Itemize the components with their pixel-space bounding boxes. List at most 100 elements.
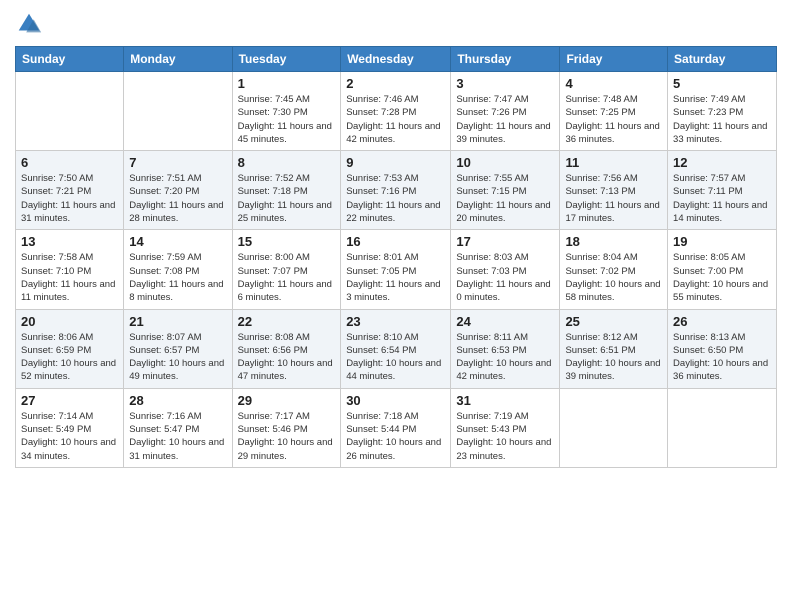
day-info: Sunrise: 8:10 AM Sunset: 6:54 PM Dayligh… (346, 331, 445, 384)
weekday-header: Saturday (668, 47, 777, 72)
calendar-cell: 23 Sunrise: 8:10 AM Sunset: 6:54 PM Dayli… (341, 309, 451, 388)
day-info: Sunrise: 7:58 AM Sunset: 7:10 PM Dayligh… (21, 251, 118, 304)
day-info: Sunrise: 7:52 AM Sunset: 7:18 PM Dayligh… (238, 172, 336, 225)
logo (15, 10, 47, 38)
calendar-cell: 11 Sunrise: 7:56 AM Sunset: 7:13 PM Dayli… (560, 151, 668, 230)
calendar-cell (560, 388, 668, 467)
day-info: Sunrise: 7:49 AM Sunset: 7:23 PM Dayligh… (673, 93, 771, 146)
day-number: 21 (129, 314, 226, 329)
day-info: Sunrise: 8:04 AM Sunset: 7:02 PM Dayligh… (565, 251, 662, 304)
day-info: Sunrise: 8:00 AM Sunset: 7:07 PM Dayligh… (238, 251, 336, 304)
weekday-header: Tuesday (232, 47, 341, 72)
day-info: Sunrise: 8:12 AM Sunset: 6:51 PM Dayligh… (565, 331, 662, 384)
calendar-cell: 6 Sunrise: 7:50 AM Sunset: 7:21 PM Daylig… (16, 151, 124, 230)
day-number: 13 (21, 234, 118, 249)
day-number: 3 (456, 76, 554, 91)
day-info: Sunrise: 7:19 AM Sunset: 5:43 PM Dayligh… (456, 410, 554, 463)
calendar-cell: 5 Sunrise: 7:49 AM Sunset: 7:23 PM Daylig… (668, 72, 777, 151)
calendar-cell: 28Sunrise: 7:16 AM Sunset: 5:47 PM Dayli… (124, 388, 232, 467)
calendar-week-row: 6 Sunrise: 7:50 AM Sunset: 7:21 PM Daylig… (16, 151, 777, 230)
day-number: 18 (565, 234, 662, 249)
logo-icon (15, 10, 43, 38)
calendar-cell: 30 Sunrise: 7:18 AM Sunset: 5:44 PM Dayli… (341, 388, 451, 467)
day-info: Sunrise: 7:51 AM Sunset: 7:20 PM Dayligh… (129, 172, 226, 225)
day-number: 17 (456, 234, 554, 249)
calendar-cell: 3 Sunrise: 7:47 AM Sunset: 7:26 PM Daylig… (451, 72, 560, 151)
day-info: Sunrise: 7:50 AM Sunset: 7:21 PM Dayligh… (21, 172, 118, 225)
day-number: 30 (346, 393, 445, 408)
day-info: Sunrise: 8:01 AM Sunset: 7:05 PM Dayligh… (346, 251, 445, 304)
calendar-cell: 4 Sunrise: 7:48 AM Sunset: 7:25 PM Daylig… (560, 72, 668, 151)
day-info: Sunrise: 8:11 AM Sunset: 6:53 PM Dayligh… (456, 331, 554, 384)
header (15, 10, 777, 38)
day-number: 11 (565, 155, 662, 170)
weekday-header: Friday (560, 47, 668, 72)
day-number: 10 (456, 155, 554, 170)
weekday-header: Thursday (451, 47, 560, 72)
calendar-week-row: 27Sunrise: 7:14 AM Sunset: 5:49 PM Dayli… (16, 388, 777, 467)
calendar-cell: 9 Sunrise: 7:53 AM Sunset: 7:16 PM Daylig… (341, 151, 451, 230)
day-info: Sunrise: 7:56 AM Sunset: 7:13 PM Dayligh… (565, 172, 662, 225)
calendar-cell (668, 388, 777, 467)
day-number: 22 (238, 314, 336, 329)
calendar-cell: 10Sunrise: 7:55 AM Sunset: 7:15 PM Dayli… (451, 151, 560, 230)
day-number: 25 (565, 314, 662, 329)
calendar-cell: 29 Sunrise: 7:17 AM Sunset: 5:46 PM Dayli… (232, 388, 341, 467)
day-number: 14 (129, 234, 226, 249)
calendar-cell: 12Sunrise: 7:57 AM Sunset: 7:11 PM Dayli… (668, 151, 777, 230)
day-number: 8 (238, 155, 336, 170)
calendar-cell: 24 Sunrise: 8:11 AM Sunset: 6:53 PM Dayli… (451, 309, 560, 388)
day-number: 29 (238, 393, 336, 408)
day-info: Sunrise: 7:45 AM Sunset: 7:30 PM Dayligh… (238, 93, 336, 146)
day-number: 26 (673, 314, 771, 329)
day-info: Sunrise: 7:59 AM Sunset: 7:08 PM Dayligh… (129, 251, 226, 304)
calendar-week-row: 13 Sunrise: 7:58 AM Sunset: 7:10 PM Dayli… (16, 230, 777, 309)
day-number: 2 (346, 76, 445, 91)
day-info: Sunrise: 7:14 AM Sunset: 5:49 PM Dayligh… (21, 410, 118, 463)
calendar-week-row: 1 Sunrise: 7:45 AM Sunset: 7:30 PM Daylig… (16, 72, 777, 151)
day-info: Sunrise: 8:05 AM Sunset: 7:00 PM Dayligh… (673, 251, 771, 304)
day-number: 12 (673, 155, 771, 170)
day-info: Sunrise: 8:08 AM Sunset: 6:56 PM Dayligh… (238, 331, 336, 384)
day-number: 1 (238, 76, 336, 91)
day-info: Sunrise: 7:17 AM Sunset: 5:46 PM Dayligh… (238, 410, 336, 463)
day-number: 4 (565, 76, 662, 91)
day-info: Sunrise: 8:03 AM Sunset: 7:03 PM Dayligh… (456, 251, 554, 304)
calendar-cell: 14 Sunrise: 7:59 AM Sunset: 7:08 PM Dayli… (124, 230, 232, 309)
day-number: 7 (129, 155, 226, 170)
calendar-cell: 31 Sunrise: 7:19 AM Sunset: 5:43 PM Dayli… (451, 388, 560, 467)
day-number: 31 (456, 393, 554, 408)
calendar-cell: 25 Sunrise: 8:12 AM Sunset: 6:51 PM Dayli… (560, 309, 668, 388)
calendar-cell: 26 Sunrise: 8:13 AM Sunset: 6:50 PM Dayli… (668, 309, 777, 388)
day-info: Sunrise: 8:13 AM Sunset: 6:50 PM Dayligh… (673, 331, 771, 384)
day-number: 16 (346, 234, 445, 249)
calendar-cell: 7 Sunrise: 7:51 AM Sunset: 7:20 PM Daylig… (124, 151, 232, 230)
day-number: 5 (673, 76, 771, 91)
day-info: Sunrise: 7:53 AM Sunset: 7:16 PM Dayligh… (346, 172, 445, 225)
weekday-header: Sunday (16, 47, 124, 72)
day-number: 23 (346, 314, 445, 329)
day-number: 24 (456, 314, 554, 329)
day-number: 15 (238, 234, 336, 249)
calendar-cell: 1 Sunrise: 7:45 AM Sunset: 7:30 PM Daylig… (232, 72, 341, 151)
calendar-header: SundayMondayTuesdayWednesdayThursdayFrid… (16, 47, 777, 72)
calendar-cell: 19Sunrise: 8:05 AM Sunset: 7:00 PM Dayli… (668, 230, 777, 309)
calendar-cell: 16 Sunrise: 8:01 AM Sunset: 7:05 PM Dayli… (341, 230, 451, 309)
calendar-cell: 15 Sunrise: 8:00 AM Sunset: 7:07 PM Dayli… (232, 230, 341, 309)
day-number: 9 (346, 155, 445, 170)
calendar-cell (124, 72, 232, 151)
day-info: Sunrise: 7:18 AM Sunset: 5:44 PM Dayligh… (346, 410, 445, 463)
day-info: Sunrise: 7:47 AM Sunset: 7:26 PM Dayligh… (456, 93, 554, 146)
weekday-row: SundayMondayTuesdayWednesdayThursdayFrid… (16, 47, 777, 72)
day-info: Sunrise: 8:07 AM Sunset: 6:57 PM Dayligh… (129, 331, 226, 384)
day-info: Sunrise: 8:06 AM Sunset: 6:59 PM Dayligh… (21, 331, 118, 384)
calendar-cell: 17 Sunrise: 8:03 AM Sunset: 7:03 PM Dayli… (451, 230, 560, 309)
calendar-cell: 20Sunrise: 8:06 AM Sunset: 6:59 PM Dayli… (16, 309, 124, 388)
day-info: Sunrise: 7:46 AM Sunset: 7:28 PM Dayligh… (346, 93, 445, 146)
calendar-cell: 27Sunrise: 7:14 AM Sunset: 5:49 PM Dayli… (16, 388, 124, 467)
day-number: 6 (21, 155, 118, 170)
day-info: Sunrise: 7:48 AM Sunset: 7:25 PM Dayligh… (565, 93, 662, 146)
calendar-cell: 18 Sunrise: 8:04 AM Sunset: 7:02 PM Dayli… (560, 230, 668, 309)
calendar-cell: 22 Sunrise: 8:08 AM Sunset: 6:56 PM Dayli… (232, 309, 341, 388)
calendar-week-row: 20Sunrise: 8:06 AM Sunset: 6:59 PM Dayli… (16, 309, 777, 388)
